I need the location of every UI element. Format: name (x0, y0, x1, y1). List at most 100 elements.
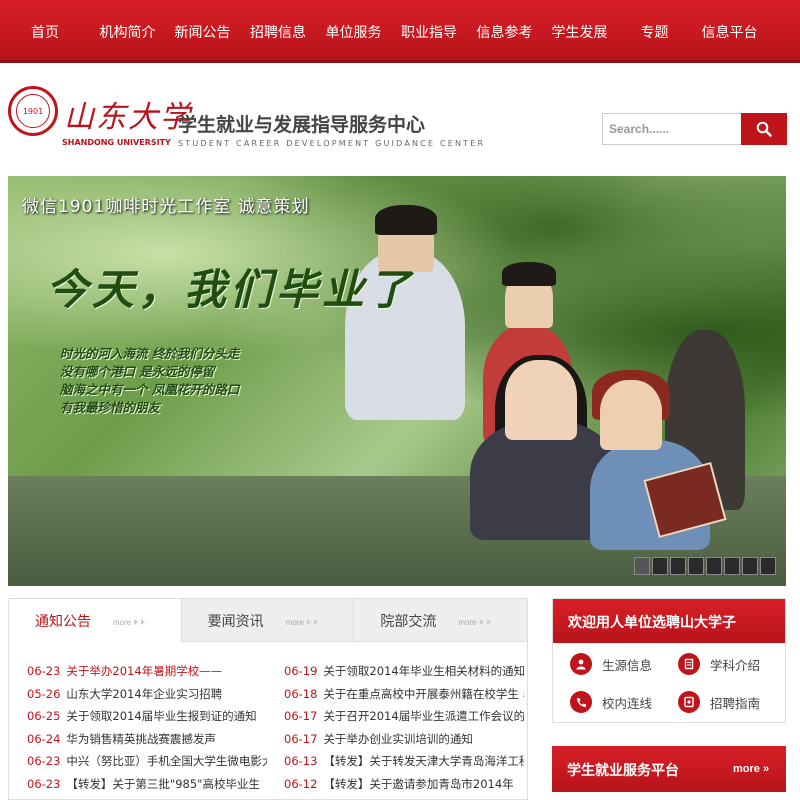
search-input[interactable]: Search...... (602, 113, 742, 145)
service-discipline-intro[interactable]: 学科介绍 (678, 653, 760, 675)
service-student-source[interactable]: 生源信息 (570, 653, 652, 675)
news-list-item[interactable]: 05-26 山东大学2014年企业实习招聘 (27, 686, 267, 709)
slider-dot[interactable] (634, 557, 650, 575)
more-label: more (458, 618, 477, 627)
tab-department-exchange-label: 院部交流 (380, 613, 437, 630)
search-icon (756, 121, 772, 137)
slider-dot[interactable] (688, 557, 704, 575)
nav-item-employer-service[interactable]: 单位服务 (316, 22, 391, 42)
nav-item-news[interactable]: 新闻公告 (165, 22, 240, 42)
news-title[interactable]: 关于举办创业实训培训的通知 (323, 732, 473, 746)
news-date: 05-26 (27, 686, 61, 701)
search-button[interactable] (741, 113, 787, 145)
news-list-item[interactable]: 06-23 中兴（努比亚）手机全国大学生微电影大赛 (27, 753, 267, 776)
top-nav: 首页 机构简介 新闻公告 招聘信息 单位服务 职业指导 信息参考 学生发展 专题… (0, 0, 800, 63)
news-title[interactable]: 山东大学2014年企业实习招聘 (66, 687, 222, 701)
news-list-left: 06-23 关于举办2014年暑期学校—— 05-26 山东大学2014年企业实习招聘… (27, 663, 267, 798)
nav-item-about[interactable]: 机构简介 (90, 22, 165, 42)
nav-item-info-platform[interactable]: 信息平台 (692, 22, 767, 42)
arrow-icon (486, 619, 491, 625)
news-list-item[interactable]: 06-13 【转发】关于转发天津大学青岛海洋工程研 (284, 753, 524, 776)
more-label: more (113, 618, 132, 627)
news-date: 06-23 (27, 776, 61, 791)
news-date: 06-12 (284, 776, 318, 791)
university-name-cn[interactable]: 山东大学 (64, 92, 192, 136)
banner-student-2-hair (502, 262, 556, 286)
news-date: 06-23 (27, 664, 61, 678)
banner-student-3-face (505, 360, 577, 440)
news-date: 06-19 (284, 664, 318, 678)
news-list-item[interactable]: 06-12 【转发】关于邀请参加青岛市2014年 (284, 776, 524, 799)
nav-item-topics[interactable]: 专题 (617, 22, 692, 42)
university-emblem[interactable]: 1901 (8, 86, 58, 136)
news-list-item[interactable]: 06-25 关于领取2014届毕业生报到证的通知 (27, 708, 267, 731)
news-date: 06-18 (284, 686, 318, 701)
news-title[interactable]: 中兴（努比亚）手机全国大学生微电影大赛 (66, 754, 267, 768)
news-list-item[interactable]: 06-19 关于领取2014年毕业生相关材料的通知 (284, 663, 524, 686)
service-recruitment-guide[interactable]: 招聘指南 (678, 691, 760, 713)
tab-notices-more-link[interactable]: more (113, 618, 146, 627)
tab-news[interactable]: 要闻资讯 more (182, 599, 355, 642)
news-title[interactable]: 关于在重点高校中开展泰州籍在校学生 暑 (323, 687, 524, 701)
arrow-icon (306, 619, 311, 625)
news-title[interactable]: 关于举办2014年暑期学校—— (66, 664, 222, 678)
service-campus-contact[interactable]: 校内连线 (570, 691, 652, 713)
arrow-icon (141, 619, 146, 625)
slider-dot[interactable] (706, 557, 722, 575)
news-list-item[interactable]: 06-17 关于举办创业实训培训的通知 (284, 731, 524, 754)
news-date: 06-17 (284, 731, 318, 746)
university-name-en: SHANDONG UNIVERSITY (62, 138, 171, 147)
news-title[interactable]: 关于领取2014年毕业生相关材料的通知 (323, 664, 524, 678)
banner-student-4-face (600, 380, 662, 450)
slider-dot[interactable] (670, 557, 686, 575)
nav-item-career-guidance[interactable]: 职业指导 (391, 22, 467, 42)
news-title[interactable]: 华为销售精英挑战赛震撼发声 (66, 732, 216, 746)
center-title: 学生就业与发展指导服务中心 (178, 114, 426, 136)
banner-poem-line-1: 时光的河入海流 终於我们分头走 (60, 346, 240, 361)
slider-dot[interactable] (742, 557, 758, 575)
more-label: more (285, 618, 304, 627)
service-student-source-label: 生源信息 (602, 657, 653, 673)
banner-poem-line-2: 没有哪个港口 是永远的停留 (60, 364, 215, 379)
news-list-item[interactable]: 06-18 关于在重点高校中开展泰州籍在校学生 暑 (284, 686, 524, 709)
employer-welcome-panel: 欢迎用人单位选聘山大学子 生源信息 学科介绍 校内连线 招聘指南 (552, 598, 786, 723)
arrow-icon (313, 619, 318, 625)
news-title[interactable]: 关于召开2014届毕业生派遣工作会议的 (323, 709, 524, 723)
banner-headline: 今天，我们毕业了 (46, 265, 415, 314)
nav-item-home[interactable]: 首页 (0, 22, 90, 42)
service-campus-contact-label: 校内连线 (602, 695, 653, 711)
center-title-en: STUDENT CAREER DEVELOPMENT GUIDANCE CENT… (178, 139, 486, 148)
news-date: 06-17 (284, 709, 318, 723)
nav-item-info-reference[interactable]: 信息参考 (467, 22, 542, 42)
service-recruitment-guide-label: 招聘指南 (710, 695, 761, 711)
banner-poem-line-3: 脑海之中有一个 凤凰花开的路口 (60, 382, 240, 397)
news-list-item[interactable]: 06-24 华为销售精英挑战赛震撼发声 (27, 731, 267, 754)
student-platform-more-link[interactable]: more » (733, 763, 769, 775)
slider-dot[interactable] (724, 557, 740, 575)
banner-student-1-hair (375, 205, 437, 235)
tab-notices[interactable]: 通知公告 more (9, 599, 182, 643)
news-title[interactable]: 【转发】关于邀请参加青岛市2014年 (323, 777, 513, 791)
news-title[interactable]: 关于领取2014届毕业生报到证的通知 (66, 709, 256, 723)
slider-pagination (634, 557, 776, 575)
news-date: 06-25 (27, 709, 61, 723)
news-list-item[interactable]: 06-17 关于召开2014届毕业生派遣工作会议的 (284, 708, 524, 731)
arrow-icon (479, 619, 484, 625)
news-title[interactable]: 【转发】关于转发天津大学青岛海洋工程研 (323, 754, 524, 768)
tab-news-label: 要闻资讯 (207, 613, 264, 630)
emblem-year: 1901 (16, 94, 50, 128)
tab-department-exchange-more-link[interactable]: more (458, 618, 491, 627)
nav-item-student-development[interactable]: 学生发展 (542, 22, 617, 42)
slider-dot[interactable] (760, 557, 776, 575)
news-title[interactable]: 【转发】关于第三批"985"高校毕业生 (66, 777, 260, 791)
tab-news-more-link[interactable]: more (286, 618, 318, 627)
news-list-item[interactable]: 06-23 关于举办2014年暑期学校—— (27, 663, 267, 686)
news-tabs: 通知公告 more 要闻资讯 more 院部交流 more (9, 599, 527, 643)
nav-item-recruit[interactable]: 招聘信息 (240, 22, 316, 42)
service-discipline-intro-label: 学科介绍 (710, 657, 761, 673)
news-list-item[interactable]: 06-23 【转发】关于第三批"985"高校毕业生 (27, 776, 267, 799)
slider-dot[interactable] (652, 557, 668, 575)
double-chevron-icon: » (762, 763, 770, 775)
tab-department-exchange[interactable]: 院部交流 more (354, 599, 527, 642)
guide-icon (678, 691, 700, 713)
